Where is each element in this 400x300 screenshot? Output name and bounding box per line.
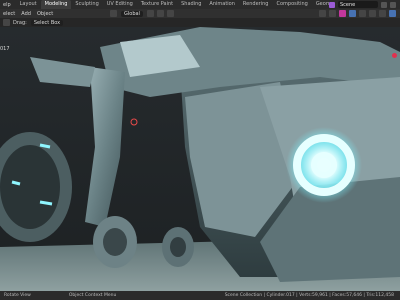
scene-selector-area: Scene bbox=[329, 0, 400, 9]
tab-rendering[interactable]: Rendering bbox=[239, 0, 273, 9]
viewport-header: elect Add Object Global bbox=[0, 9, 400, 18]
tab-animation[interactable]: Animation bbox=[205, 0, 239, 9]
drag-label: Drag: bbox=[13, 19, 27, 26]
drag-dropdown[interactable]: Select Box bbox=[30, 19, 64, 26]
workspace-tabs: Layout Modeling Sculpting UV Editing Tex… bbox=[16, 0, 357, 9]
status-rotate: Rotate View bbox=[4, 293, 31, 298]
viewport-shading-controls bbox=[319, 10, 396, 17]
menu-help[interactable]: elp bbox=[0, 2, 14, 8]
wireframe-icon[interactable] bbox=[359, 10, 366, 17]
tab-sculpting[interactable]: Sculpting bbox=[71, 0, 102, 9]
orientation-dropdown[interactable]: Global bbox=[121, 10, 143, 17]
hub-disc-2-center bbox=[170, 237, 186, 257]
menu-add[interactable]: Add bbox=[18, 11, 34, 17]
visibility-icon[interactable] bbox=[319, 10, 326, 17]
tab-modeling[interactable]: Modeling bbox=[40, 0, 72, 9]
transform-controls: Global bbox=[110, 10, 174, 17]
tab-uv-editing[interactable]: UV Editing bbox=[103, 0, 137, 9]
tool-header: Drag: Select Box bbox=[0, 18, 400, 27]
gizmo-icon[interactable] bbox=[329, 10, 336, 17]
status-bar: Rotate View Object Context Menu Scene Co… bbox=[0, 291, 400, 300]
render-scene bbox=[0, 27, 400, 291]
scene-name: Scene bbox=[340, 1, 356, 8]
proportional-icon[interactable] bbox=[166, 10, 174, 17]
object-frame-label: 017 bbox=[0, 46, 10, 52]
menu-object[interactable]: Object bbox=[34, 11, 56, 17]
select-mode-icon[interactable] bbox=[3, 19, 10, 26]
close-icon[interactable] bbox=[390, 1, 396, 8]
wheel-light-2 bbox=[11, 180, 21, 186]
hub-disc-1-center bbox=[103, 228, 127, 256]
menu-select[interactable]: elect bbox=[0, 11, 18, 17]
tab-texture-paint[interactable]: Texture Paint bbox=[137, 0, 177, 9]
tab-layout[interactable]: Layout bbox=[16, 0, 41, 9]
front-wheel-inner bbox=[0, 145, 60, 229]
wheel-light-1 bbox=[39, 143, 51, 149]
status-context: Object Context Menu bbox=[68, 293, 117, 298]
top-menu-bar: elp Layout Modeling Sculpting UV Editing… bbox=[0, 0, 400, 9]
xray-icon[interactable] bbox=[349, 10, 356, 17]
scene-selector[interactable]: Scene bbox=[338, 1, 378, 8]
3d-viewport[interactable]: 017 bbox=[0, 27, 400, 291]
overlay-icon[interactable] bbox=[339, 10, 346, 17]
snap-icon[interactable] bbox=[156, 10, 164, 17]
orientation-icon[interactable] bbox=[110, 10, 117, 17]
wheel-light-3 bbox=[39, 200, 53, 206]
copy-icon[interactable] bbox=[381, 1, 387, 8]
tab-compositing[interactable]: Compositing bbox=[272, 0, 311, 9]
pivot-icon[interactable] bbox=[146, 10, 154, 17]
rendered-icon[interactable] bbox=[389, 10, 396, 17]
solid-icon[interactable] bbox=[369, 10, 376, 17]
gizmo-axis-dot[interactable] bbox=[392, 53, 397, 58]
status-scene-stats: Scene Collection | Cylinder.017 | Verts:… bbox=[224, 293, 394, 298]
scene-icon[interactable] bbox=[329, 1, 335, 8]
material-icon[interactable] bbox=[379, 10, 386, 17]
tab-shading[interactable]: Shading bbox=[177, 0, 205, 9]
